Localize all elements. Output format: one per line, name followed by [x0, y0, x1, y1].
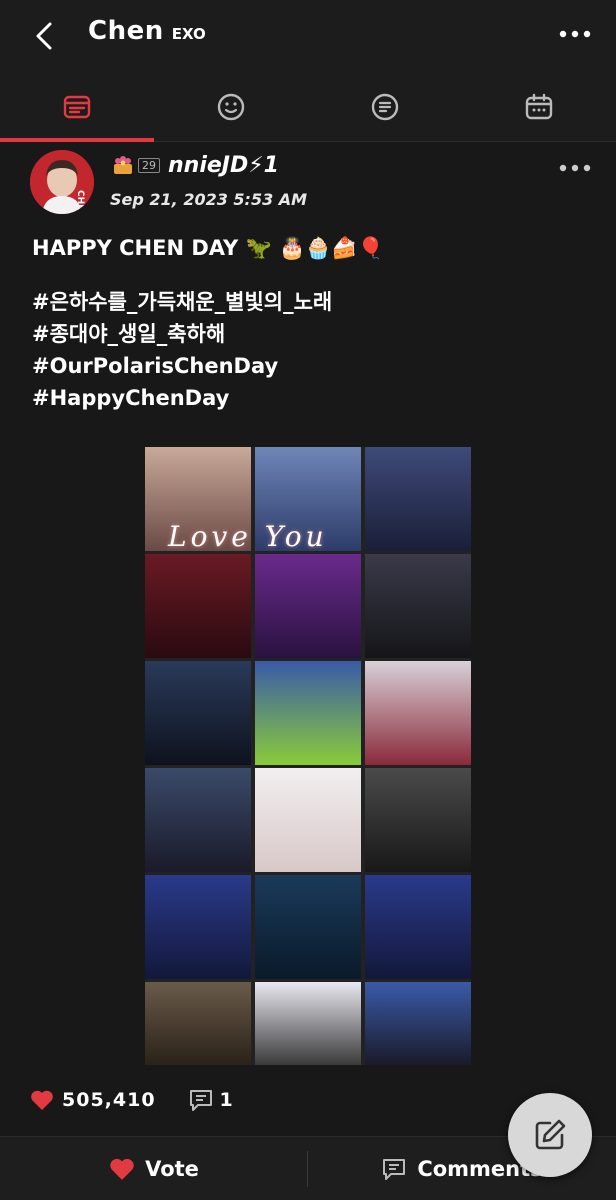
- page-title-group: Chen EXO: [88, 16, 206, 56]
- level-badge: 29: [138, 157, 160, 173]
- hashtag[interactable]: #종대야_생일_축하해: [32, 318, 592, 350]
- post-more-button[interactable]: [558, 156, 592, 180]
- smiley-icon: [217, 93, 245, 121]
- tab-bar: [0, 72, 616, 142]
- write-post-button[interactable]: [508, 1093, 592, 1177]
- post-body: HAPPY CHEN DAY 🦖 🎂🧁🍰🎈 #은하수를_가득채운_별빛의_노래 …: [32, 232, 592, 414]
- tab-calendar[interactable]: [462, 72, 616, 142]
- collage-photo: [365, 982, 471, 1065]
- post-timestamp: Sep 21, 2023 5:53 AM: [110, 190, 308, 209]
- collage-photo: [255, 661, 361, 765]
- edit-icon: [535, 1119, 566, 1150]
- heart-icon: [110, 1158, 134, 1180]
- collage-photo: [145, 554, 251, 658]
- tab-feed[interactable]: [0, 72, 154, 142]
- collage-photo: [145, 661, 251, 765]
- collage-photo: [145, 875, 251, 979]
- more-options-button[interactable]: [558, 22, 592, 46]
- post-line-title: HAPPY CHEN DAY 🦖 🎂🧁🍰🎈: [32, 236, 384, 260]
- user-line: 29 nnieJD⚡1: [112, 150, 279, 180]
- page-subtitle: EXO: [171, 25, 206, 43]
- comment-icon[interactable]: [188, 1087, 214, 1113]
- flower-badge-icon: [114, 156, 132, 174]
- collage-photo: [255, 875, 361, 979]
- heart-icon[interactable]: [30, 1089, 54, 1111]
- image-overlay-text: Love You: [168, 520, 328, 553]
- post-header: CHEN 29 nnieJD⚡1 Sep 21, 2023 5:53 AM: [0, 142, 616, 222]
- calendar-icon: [525, 93, 553, 120]
- collage-photo: [145, 982, 251, 1065]
- comment-icon: [383, 1159, 406, 1180]
- chevron-left-icon: [36, 22, 52, 50]
- back-button[interactable]: [28, 18, 64, 54]
- avatar-image: CHEN: [30, 150, 94, 214]
- hashtag[interactable]: #HappyChenDay: [32, 382, 592, 414]
- collage-photo: [255, 768, 361, 872]
- collage-photo: [365, 661, 471, 765]
- vote-button[interactable]: Vote: [0, 1137, 308, 1200]
- collage-photo: [365, 768, 471, 872]
- list-icon: [371, 93, 399, 121]
- tab-emoji[interactable]: [154, 72, 308, 142]
- hashtag[interactable]: #은하수를_가득채운_별빛의_노래: [32, 286, 592, 318]
- top-bar: Chen EXO: [0, 0, 616, 72]
- avatar[interactable]: CHEN: [30, 150, 94, 214]
- more-horizontal-icon: [559, 30, 591, 38]
- hashtag[interactable]: #OurPolarisChenDay: [32, 350, 592, 382]
- collage-photo: [365, 554, 471, 658]
- likes-count: 505,410: [62, 1089, 156, 1111]
- collage-photo: [365, 875, 471, 979]
- comment-count: 1: [219, 1089, 233, 1111]
- username[interactable]: nnieJD⚡1: [168, 153, 279, 178]
- more-horizontal-icon: [559, 164, 591, 172]
- collage-photo: [145, 768, 251, 872]
- post-stats: 505,410 1: [30, 1084, 233, 1116]
- avatar-text: CHEN: [75, 190, 85, 214]
- collage-photo: [365, 447, 471, 551]
- tab-list[interactable]: [308, 72, 462, 142]
- page-title: Chen: [88, 16, 164, 46]
- collage-photo: [255, 982, 361, 1065]
- vote-label: Vote: [145, 1157, 199, 1181]
- collage-photo: [255, 554, 361, 658]
- feed-icon: [63, 95, 91, 119]
